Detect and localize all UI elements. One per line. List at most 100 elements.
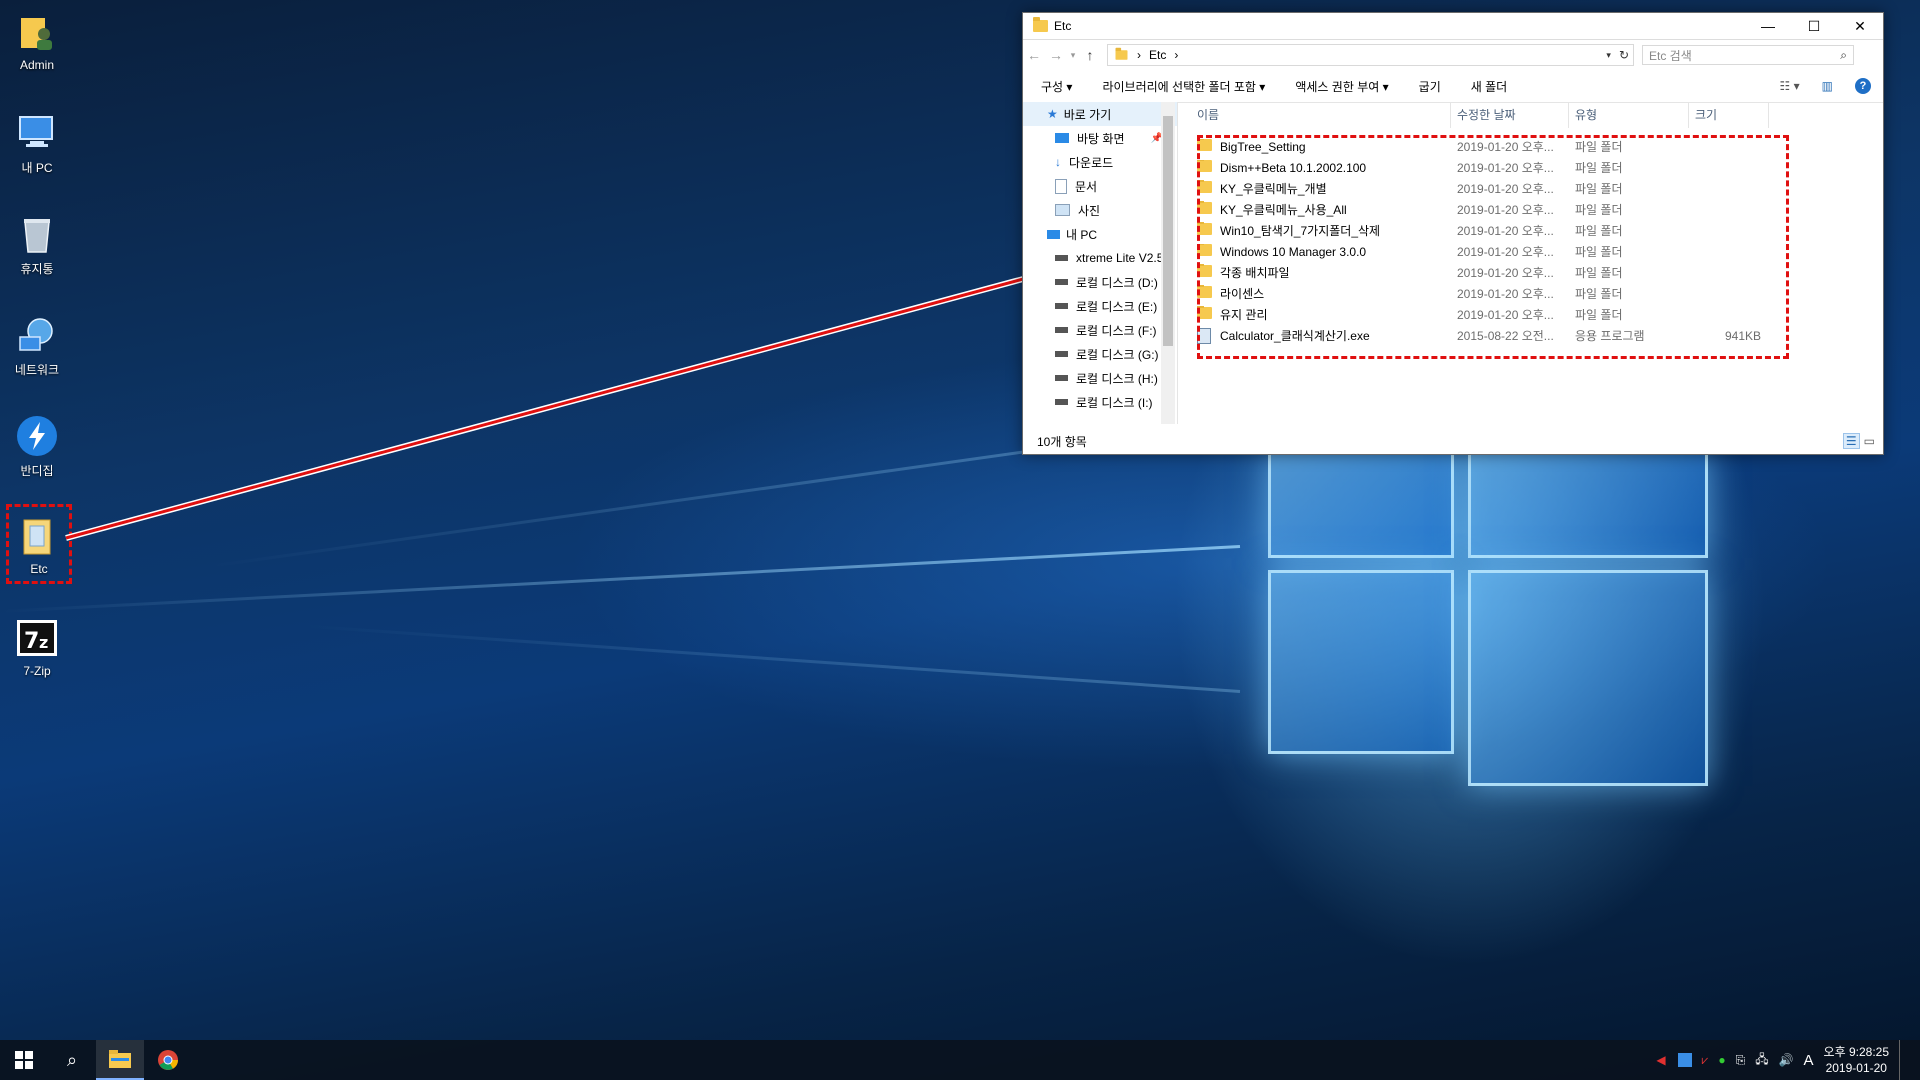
desktop-icon-label: 네트워크 bbox=[14, 363, 60, 377]
view-options-icon[interactable]: ☷ ▾ bbox=[1780, 79, 1800, 93]
nav-documents[interactable]: 문서 bbox=[1023, 174, 1177, 198]
nav-drive[interactable]: 로컬 디스크 (E:) bbox=[1023, 294, 1177, 318]
scroll-thumb[interactable] bbox=[1163, 116, 1173, 346]
clock[interactable]: 오후 9:28:25 2019-01-20 bbox=[1824, 1044, 1889, 1076]
nav-downloads[interactable]: ↓ 다운로드 bbox=[1023, 150, 1177, 174]
show-desktop-button[interactable] bbox=[1899, 1040, 1904, 1080]
nav-drive[interactable]: 로컬 디스크 (I:) bbox=[1023, 390, 1177, 414]
refresh-icon[interactable]: ↻ bbox=[1619, 48, 1629, 62]
address-row: ← → ▾ ↑ › Etc › ▾ ↻ Etc 검색 ⌕ bbox=[1023, 39, 1883, 70]
nav-label: 바로 가기 bbox=[1063, 107, 1112, 122]
include-in-library-button[interactable]: 라이브러리에 선택한 폴더 포함 ▾ bbox=[1102, 78, 1265, 95]
nav-pictures[interactable]: 사진 bbox=[1023, 198, 1177, 222]
nav-scrollbar[interactable] bbox=[1161, 102, 1175, 424]
help-icon[interactable]: ? bbox=[1855, 78, 1871, 94]
nav-drive[interactable]: 로컬 디스크 (G:) bbox=[1023, 342, 1177, 366]
title-bar[interactable]: Etc — ☐ ✕ bbox=[1023, 13, 1883, 39]
address-dropdown-icon[interactable]: ▾ bbox=[1606, 50, 1611, 61]
drive-icon bbox=[1055, 279, 1068, 285]
tray-app-icon[interactable] bbox=[1677, 1053, 1692, 1067]
item-count: 10개 항목 bbox=[1037, 434, 1087, 449]
network-icon[interactable]: 🖧 bbox=[1755, 1050, 1768, 1071]
user-folder-icon bbox=[15, 10, 59, 54]
share-with-button[interactable]: 액세스 권한 부여 ▾ bbox=[1295, 78, 1388, 95]
nav-label: 로컬 디스크 (F:) bbox=[1076, 323, 1157, 338]
tray-network-globe-icon[interactable]: ● bbox=[1718, 1053, 1725, 1067]
large-icons-view-icon[interactable]: ▭ bbox=[1864, 434, 1875, 448]
logo-pane bbox=[1468, 570, 1708, 786]
desktop-icon-my-pc[interactable]: 내 PC bbox=[0, 101, 74, 176]
desktop-icon-7zip[interactable]: 7z 7-Zip bbox=[0, 606, 74, 678]
taskbar-file-explorer[interactable] bbox=[96, 1040, 144, 1080]
desktop-icon-bandizip[interactable]: 반디집 bbox=[0, 404, 74, 479]
breadcrumb-etc[interactable]: Etc bbox=[1149, 48, 1166, 62]
speaker-icon[interactable]: 🔊 bbox=[1779, 1053, 1794, 1067]
drive-icon bbox=[1055, 303, 1068, 309]
desktop-icon-recycle-bin[interactable]: 휴지통 bbox=[0, 202, 74, 277]
tray-volume-alert-icon[interactable]: ◀ bbox=[1656, 1053, 1665, 1067]
desktop-icon-admin[interactable]: Admin bbox=[0, 0, 74, 72]
breadcrumb-chevron[interactable]: › bbox=[1174, 48, 1178, 62]
svg-text:7: 7 bbox=[24, 629, 39, 654]
drive-icon bbox=[1055, 327, 1068, 333]
download-icon: ↓ bbox=[1055, 155, 1061, 169]
column-type[interactable]: 유형 bbox=[1569, 102, 1689, 128]
desktop-icon bbox=[1055, 133, 1069, 143]
folder-icon bbox=[1033, 17, 1048, 32]
nav-label: 로컬 디스크 (I:) bbox=[1076, 395, 1153, 410]
document-icon bbox=[1055, 178, 1067, 194]
logo-pane bbox=[1468, 452, 1708, 558]
bandizip-icon bbox=[15, 414, 59, 458]
column-size[interactable]: 크기 bbox=[1689, 102, 1769, 128]
nav-drive[interactable]: xtreme Lite V2.5 bbox=[1023, 246, 1177, 270]
search-icon: ⌕ bbox=[1840, 47, 1847, 62]
logo-pane bbox=[1268, 570, 1454, 754]
search-input[interactable]: Etc 검색 ⌕ bbox=[1642, 45, 1854, 65]
explorer-window[interactable]: Etc — ☐ ✕ ← → ▾ ↑ › Etc › ▾ ↻ Etc 검색 ⌕ 구… bbox=[1022, 12, 1884, 455]
nav-label: xtreme Lite V2.5 bbox=[1076, 251, 1164, 265]
up-icon[interactable]: ↑ bbox=[1079, 47, 1101, 63]
search-button[interactable]: ⌕ bbox=[48, 1040, 96, 1080]
forward-icon[interactable]: → bbox=[1045, 47, 1067, 63]
ime-indicator[interactable]: A bbox=[1804, 1052, 1814, 1069]
nav-desktop[interactable]: 바탕 화면 📌 bbox=[1023, 126, 1177, 150]
nav-label: 로컬 디스크 (H:) bbox=[1076, 371, 1158, 386]
status-bar: 10개 항목 ☰ ▭ bbox=[1023, 428, 1883, 454]
nav-label: 사진 bbox=[1078, 203, 1101, 218]
organize-button[interactable]: 구성 ▾ bbox=[1041, 78, 1072, 95]
details-view-icon[interactable]: ☰ bbox=[1842, 433, 1860, 449]
back-icon[interactable]: ← bbox=[1023, 47, 1045, 63]
svg-text:z: z bbox=[39, 633, 48, 652]
minimize-button[interactable]: — bbox=[1745, 13, 1791, 39]
nav-label: 문서 bbox=[1075, 179, 1098, 194]
column-header: 이름 수정한 날짜 유형 크기 bbox=[1191, 102, 1883, 128]
preview-pane-icon[interactable]: ▥ bbox=[1822, 79, 1833, 93]
system-tray: ◀ ⩗ ● ⎘ 🖧 🔊 A 오후 9:28:25 2019-01-20 bbox=[1656, 1040, 1904, 1080]
nav-this-pc[interactable]: 내 PC bbox=[1023, 222, 1177, 246]
desktop-icon-etc[interactable]: Etc bbox=[6, 504, 72, 584]
desktop-icon-label: 내 PC bbox=[21, 161, 53, 175]
chrome-icon bbox=[158, 1050, 178, 1070]
tray-bandizip-icon[interactable]: ⩗ bbox=[1702, 1053, 1709, 1068]
nav-drive[interactable]: 로컬 디스크 (D:) bbox=[1023, 270, 1177, 294]
new-folder-button[interactable]: 새 폴더 bbox=[1471, 78, 1507, 95]
nav-drive[interactable]: 로컬 디스크 (H:) bbox=[1023, 366, 1177, 390]
drive-icon bbox=[1055, 351, 1068, 357]
network-icon bbox=[15, 313, 59, 357]
burn-button[interactable]: 굽기 bbox=[1419, 78, 1441, 95]
recent-dropdown-icon[interactable]: ▾ bbox=[1067, 50, 1079, 61]
taskbar-chrome[interactable] bbox=[144, 1040, 192, 1080]
navigation-pane: ★ 바로 가기 바탕 화면 📌 ↓ 다운로드 문서 사진 내 PC xtreme… bbox=[1023, 102, 1178, 424]
close-button[interactable]: ✕ bbox=[1837, 13, 1883, 39]
folder-icon bbox=[1115, 47, 1128, 60]
tray-usb-icon[interactable]: ⎘ bbox=[1736, 1053, 1746, 1068]
column-date[interactable]: 수정한 날짜 bbox=[1451, 102, 1569, 128]
column-name[interactable]: 이름 bbox=[1191, 102, 1451, 128]
nav-quick-access[interactable]: ★ 바로 가기 bbox=[1023, 102, 1177, 126]
start-button[interactable] bbox=[0, 1040, 48, 1080]
nav-drive[interactable]: 로컬 디스크 (F:) bbox=[1023, 318, 1177, 342]
light-ray bbox=[302, 624, 1241, 693]
address-bar[interactable]: › Etc › ▾ ↻ bbox=[1107, 44, 1634, 66]
maximize-button[interactable]: ☐ bbox=[1791, 13, 1837, 39]
desktop-icon-network[interactable]: 네트워크 bbox=[0, 303, 74, 378]
